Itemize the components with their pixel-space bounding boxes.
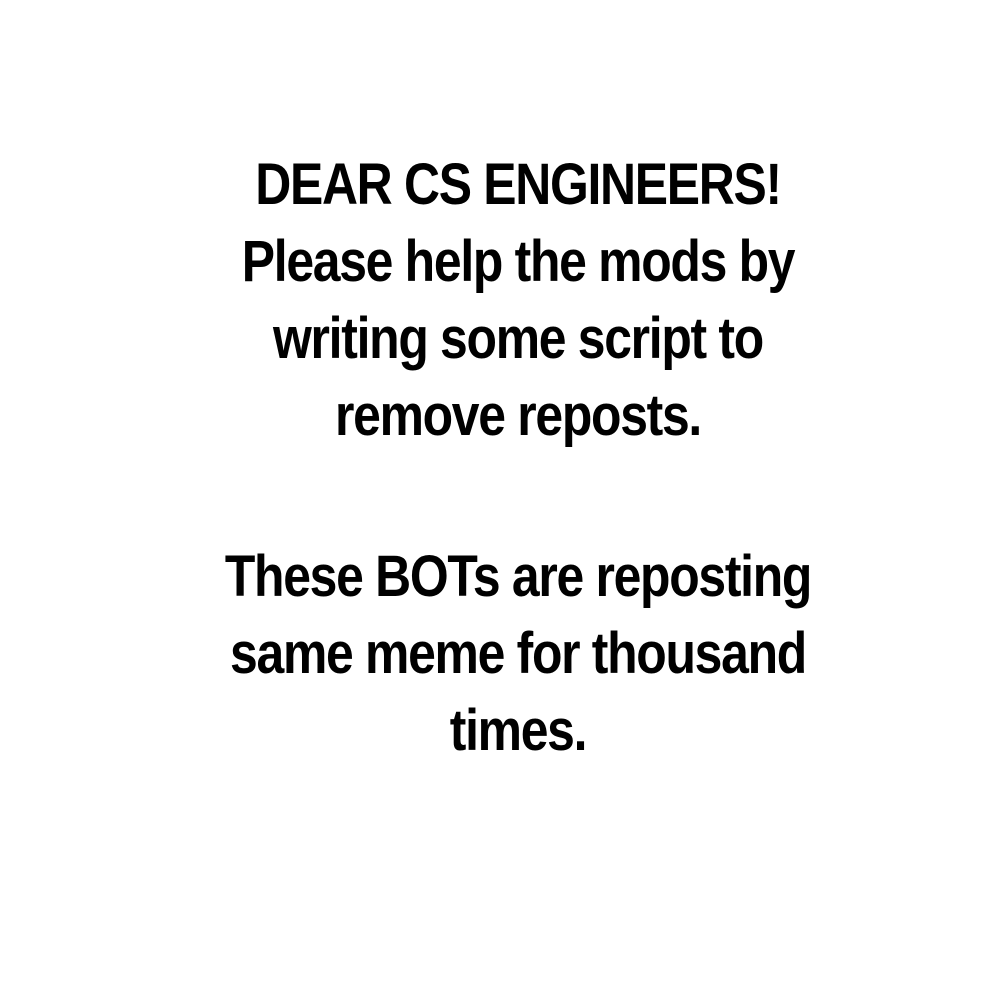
message-line: writing some script to [273,306,764,371]
message-line: times. [449,698,588,763]
message-heading: DEAR CS ENGINEERS! [255,152,782,217]
message-block-complaint: These BOTs are reposting same meme for t… [0,538,1000,769]
message-line: remove reposts. [334,383,702,448]
message-line: same meme for thousand [230,621,807,686]
message-line: Please help the mods by [241,229,796,294]
meme-canvas: DEAR CS ENGINEERS! Please help the mods … [0,0,1000,1000]
message-block-intro: DEAR CS ENGINEERS! Please help the mods … [0,146,1000,454]
message-line: These BOTs are reposting [224,544,813,609]
